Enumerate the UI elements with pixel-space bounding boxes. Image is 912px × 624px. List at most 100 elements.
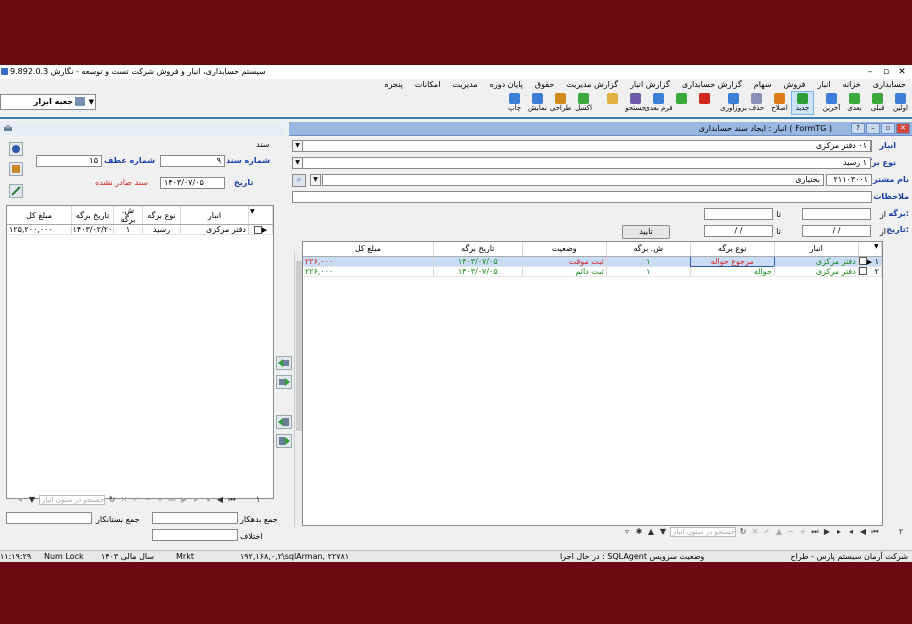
row-checkbox[interactable] [858,257,867,265]
doc-no-field[interactable]: ۹ [160,155,225,167]
prev-record-icon[interactable]: ◂ [203,495,213,504]
menu-item-12[interactable]: پنجره [378,79,408,91]
notes-field[interactable] [292,191,872,203]
toolbar-button-10[interactable]: فرم بعدی [644,91,673,115]
ref-no-field[interactable]: ۱۵ [36,155,102,167]
toolbar-button-7[interactable]: بروزآوری [720,91,747,115]
insert-icon[interactable]: + [798,527,808,536]
slip-type-dropdown[interactable]: ▼ [292,157,303,169]
next-page-icon[interactable]: ▶ [822,527,832,536]
minimize-button[interactable]: – [862,65,878,79]
first-record-icon[interactable]: ⏮ [227,495,237,505]
toolbar-button-0[interactable]: اولین [889,91,912,115]
edit-row-icon[interactable]: ▲ [774,527,784,536]
cancel-row-icon[interactable]: ✕ [750,527,760,536]
col-slip-type[interactable]: نوع برگه [690,242,775,257]
grid-search-input[interactable]: جستجو در ستون انبار [670,526,736,537]
date-from-field[interactable]: / / [802,225,871,237]
sort-asc-icon[interactable]: ▼ [658,527,668,536]
delete-row-icon[interactable]: − [143,495,153,504]
toolbar-button-4[interactable]: جدید [791,91,814,115]
col-amount[interactable]: مبلغ کل [303,242,434,257]
col-slip-no[interactable]: ش. برگه [606,242,691,257]
toolbar-button-9[interactable] [670,91,693,115]
filter-grid-icon[interactable]: ▿ [622,527,632,536]
menu-item-6[interactable]: گزارش انبار [624,79,676,91]
slip-to-field[interactable] [704,208,773,220]
move-all-right-icon[interactable] [276,434,292,448]
toolbar-button-8[interactable] [693,91,716,115]
row-checkbox[interactable] [859,267,868,275]
row-selector[interactable]: ۱ ▶ [858,256,882,267]
menu-item-10[interactable]: مدیریت [446,79,483,91]
post-icon[interactable]: ✓ [131,495,141,504]
prev-page-icon[interactable]: ◀ [215,495,225,504]
menu-item-3[interactable]: فروش [778,79,812,91]
last-record-icon[interactable]: ⏭ [810,527,820,537]
col-amount[interactable]: مبلغ کل [7,206,72,225]
col-slip-date[interactable]: تاریخ برگه [71,206,114,225]
last-record-icon[interactable]: ⏭ [167,495,177,505]
form-help-button[interactable]: ? [851,123,865,134]
toolbar-button-6[interactable]: حذف [745,91,768,115]
calculator-icon[interactable] [9,142,23,156]
col-warehouse[interactable]: انبار [774,242,859,257]
table-row[interactable]: ۲ دفتر مرکزی حواله ۱ ثبت دائم ۱۴۰۳/۰۷/۰۵… [303,266,882,277]
form-restore-button[interactable]: ▫ [881,123,895,134]
move-right-icon[interactable] [276,375,292,389]
toolbar-button-15[interactable]: نمایش [526,91,549,115]
customer-code-field[interactable]: ۲۱۱۰۳۰۰۱ [826,174,872,186]
row-selector[interactable]: ۲ [858,266,882,277]
post-icon[interactable]: ✓ [762,527,772,536]
toolbar-button-1[interactable]: قبلی [866,91,889,115]
table-row[interactable]: ▶ دفتر مرکزی رسید ۱ ۱۴۰۳/۰۲/۲۰ ۱۲۵,۲۰۰,۰… [7,224,273,235]
col-slip-no[interactable]: ش. برگه [113,206,143,225]
form-close-button[interactable]: ✕ [896,123,910,134]
column-menu-icon[interactable]: ▼ [250,208,255,215]
date-to-field[interactable]: / / [704,225,773,237]
next-record-icon[interactable]: ▸ [191,495,201,504]
next-record-icon[interactable]: ▸ [834,527,844,536]
menu-item-11[interactable]: امکانات [409,79,447,91]
toolbar-button-13[interactable]: اکسل [572,91,595,115]
move-left-icon[interactable] [276,356,292,370]
menu-item-8[interactable]: حقوق [529,79,560,91]
refresh-grid-icon[interactable]: ↻ [107,495,117,504]
binoculars-icon[interactable]: ⌕ [292,174,306,187]
menu-item-9[interactable]: پایان دوره [484,79,529,91]
scroll-left-icon[interactable]: ◂ [15,495,25,504]
toolbar-button-12[interactable] [601,91,624,115]
menu-item-0[interactable]: حسابداری [867,79,912,91]
filter-grid-icon[interactable]: ▼ [27,495,37,504]
voucher-view-icon[interactable] [9,162,23,176]
customer-name-field[interactable]: بختیاری [322,174,824,186]
cancel-row-icon[interactable]: ✕ [119,495,129,504]
customer-dropdown[interactable]: ▼ [310,174,321,186]
slip-from-field[interactable] [802,208,871,220]
col-warehouse[interactable]: انبار [180,206,249,225]
confirm-button[interactable]: تایید [622,225,670,239]
toolbar-button-2[interactable]: بعدی [843,91,866,115]
menu-item-5[interactable]: گزارش حسابداری [676,79,748,91]
col-slip-type[interactable]: نوع برگه [142,206,181,225]
menu-item-1[interactable]: خزانه [837,79,867,91]
maximize-button[interactable]: ▫ [878,65,894,79]
close-button[interactable]: ✕ [894,65,910,79]
warehouse-dropdown[interactable]: ▼ [292,140,303,152]
row-checkbox[interactable] [253,225,262,234]
column-menu-icon[interactable]: ▼ [874,243,879,250]
warehouse-field[interactable]: ۰۱ دفتر مرکزی [302,140,871,152]
table-row[interactable]: ۱ ▶ دفتر مرکزی مرجوع حواله ۱ ثبت موقت ۱۴… [303,255,882,267]
row-selector[interactable]: ▶ [248,224,273,235]
toolbar-button-16[interactable]: چاپ [503,91,526,115]
prev-record-icon[interactable]: ◂ [846,527,856,536]
voucher-edit-icon[interactable] [9,184,23,198]
grid-search-input[interactable]: جستجو در ستون انبار [39,494,105,505]
bookmark-icon[interactable]: ✱ [634,527,644,536]
col-slip-date[interactable]: تاریخ برگه [433,242,523,257]
slip-type-field[interactable]: ۱ رسید [302,157,871,169]
refresh-grid-icon[interactable]: ↻ [738,527,748,536]
first-record-icon[interactable]: ⏮ [870,527,880,537]
insert-icon[interactable]: + [155,495,165,504]
menu-item-2[interactable]: انبار [811,79,836,91]
